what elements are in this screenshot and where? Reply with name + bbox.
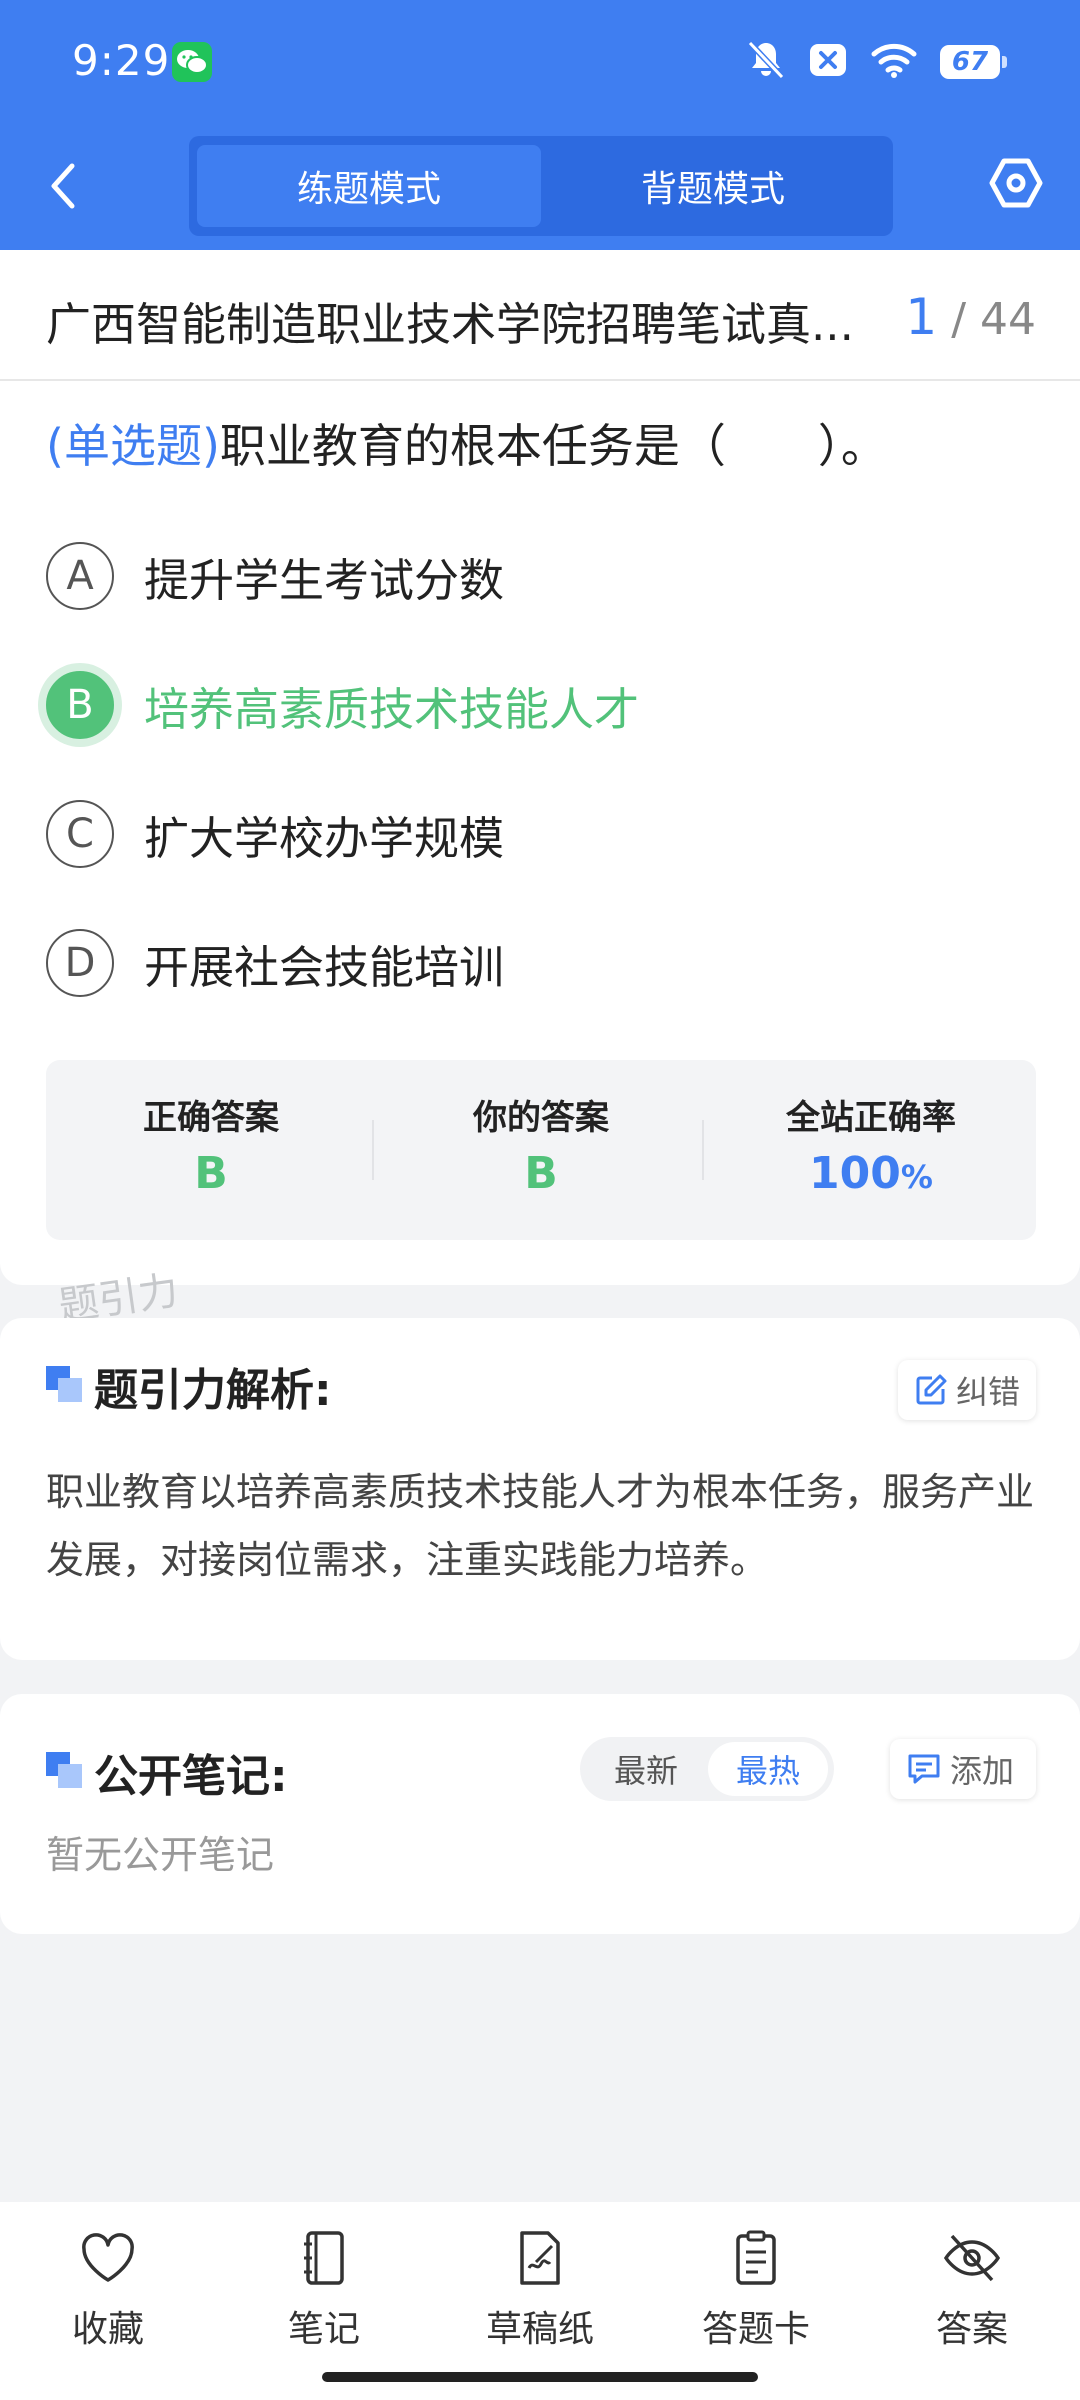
option-a[interactable]: A 提升学生考试分数 — [46, 540, 504, 612]
status-icons: 67 — [746, 38, 1007, 86]
tab-recite-mode[interactable]: 背题模式 — [541, 145, 885, 227]
sort-hot[interactable]: 最热 — [708, 1742, 828, 1796]
nav-label: 答案 — [935, 2309, 1008, 2350]
home-indicator[interactable] — [322, 2372, 758, 2382]
close-box-icon — [808, 42, 848, 82]
notes-card: 公开笔记: 最新 最热 添加 暂无公开笔记 — [0, 1694, 1080, 1934]
question-progress: 1 / 44 — [905, 288, 1036, 346]
separator — [702, 1120, 704, 1180]
chevron-left-icon — [51, 163, 75, 209]
status-time: 9:29 — [72, 36, 171, 85]
draft-paper-icon — [520, 2231, 560, 2285]
notes-title: 公开笔记: — [94, 1751, 288, 1802]
nav-label: 草稿纸 — [485, 2309, 594, 2350]
bottom-nav: 收藏 笔记 草稿纸 答题卡 答案 — [0, 2202, 1080, 2400]
wifi-icon — [870, 41, 918, 83]
answer-sheet-icon — [736, 2230, 776, 2285]
option-text: 开展社会技能培训 — [144, 940, 505, 994]
tab-practice-mode[interactable]: 练题模式 — [197, 145, 541, 227]
correct-answer-label: 正确答案 — [143, 1098, 279, 1138]
eye-off-icon — [943, 2234, 1001, 2282]
progress-current: 1 — [905, 288, 938, 346]
nav-answer[interactable]: 答案 — [892, 2230, 1052, 2352]
analysis-card: 题引力解析: 纠错 职业教育以培养高素质技术技能人才为根本任务，服务产业发展，对… — [0, 1318, 1080, 1660]
option-letter: C — [46, 800, 114, 868]
section-icon — [46, 1752, 84, 1790]
edit-icon — [916, 1374, 947, 1405]
top-bar: 9:29 67 练题模式 背题模式 — [0, 0, 1080, 250]
analysis-title: 题引力解析: — [94, 1365, 332, 1416]
option-c[interactable]: C 扩大学校办学规模 — [46, 798, 504, 870]
option-text: 提升学生考试分数 — [144, 553, 505, 607]
question-stem: (单选题)职业教育的根本任务是（ ）。 — [46, 410, 887, 476]
report-error-label: 纠错 — [956, 1373, 1021, 1411]
settings-button[interactable] — [988, 155, 1044, 211]
correct-answer-value: B — [194, 1148, 228, 1199]
notes-sort-toggle: 最新 最热 — [580, 1737, 834, 1801]
site-accuracy-value: 100% — [706, 1148, 1036, 1199]
battery-icon: 67 — [940, 45, 1007, 79]
option-d[interactable]: D 开展社会技能培训 — [46, 927, 504, 999]
accuracy-unit: % — [900, 1158, 933, 1196]
option-letter: D — [46, 929, 114, 997]
empty-notes-text: 暂无公开笔记 — [46, 1833, 275, 1877]
mode-switch: 练题模式 背题模式 — [189, 136, 893, 236]
option-text: 培养高素质技术技能人才 — [144, 682, 640, 736]
comment-icon — [908, 1754, 940, 1784]
answer-summary: 正确答案 B 你的答案 B 全站正确率 100% — [46, 1060, 1036, 1240]
mute-icon — [746, 39, 786, 85]
your-answer: 你的答案 B — [376, 1060, 706, 1240]
add-note-label: 添加 — [950, 1752, 1015, 1790]
divider — [0, 379, 1080, 381]
exam-title: 广西智能制造职业技术学院招聘笔试真... — [46, 298, 854, 351]
site-accuracy: 全站正确率 100% — [706, 1060, 1036, 1240]
your-answer-label: 你的答案 — [473, 1098, 609, 1138]
nav-label: 答题卡 — [701, 2309, 810, 2350]
nav-notes[interactable]: 笔记 — [244, 2230, 404, 2352]
nav-draft-paper[interactable]: 草稿纸 — [460, 2230, 620, 2352]
option-text: 扩大学校办学规模 — [144, 811, 505, 865]
analysis-text: 职业教育以培养高素质技术技能人才为根本任务，服务产业发展，对接岗位需求，注重实践… — [46, 1470, 1035, 1582]
back-button[interactable] — [38, 156, 88, 216]
sort-latest[interactable]: 最新 — [586, 1742, 706, 1796]
wechat-icon — [172, 42, 212, 82]
option-letter: B — [46, 671, 114, 739]
option-letter: A — [46, 542, 114, 610]
section-icon — [46, 1366, 84, 1404]
nav-label: 收藏 — [71, 2309, 144, 2350]
accuracy-number: 100 — [809, 1148, 901, 1199]
nav-answer-sheet[interactable]: 答题卡 — [676, 2230, 836, 2352]
nav-label: 笔记 — [287, 2309, 360, 2350]
site-accuracy-label: 全站正确率 — [786, 1098, 956, 1138]
notebook-icon — [304, 2231, 344, 2285]
report-error-button[interactable]: 纠错 — [898, 1360, 1036, 1420]
option-b[interactable]: B 培养高素质技术技能人才 — [46, 669, 639, 741]
question-card: 广西智能制造职业技术学院招聘笔试真... 1 / 44 (单选题)职业教育的根本… — [0, 250, 1080, 1285]
question-type: (单选题) — [46, 419, 220, 473]
separator — [372, 1120, 374, 1180]
settings-hex-icon — [989, 158, 1043, 208]
your-answer-value: B — [524, 1148, 558, 1199]
progress-total: / 44 — [951, 294, 1036, 345]
nav-favorite[interactable]: 收藏 — [28, 2230, 188, 2352]
question-text: 职业教育的根本任务是（ ）。 — [219, 419, 887, 473]
heart-icon — [82, 2233, 134, 2282]
correct-answer: 正确答案 B — [46, 1060, 376, 1240]
add-note-button[interactable]: 添加 — [890, 1739, 1036, 1799]
